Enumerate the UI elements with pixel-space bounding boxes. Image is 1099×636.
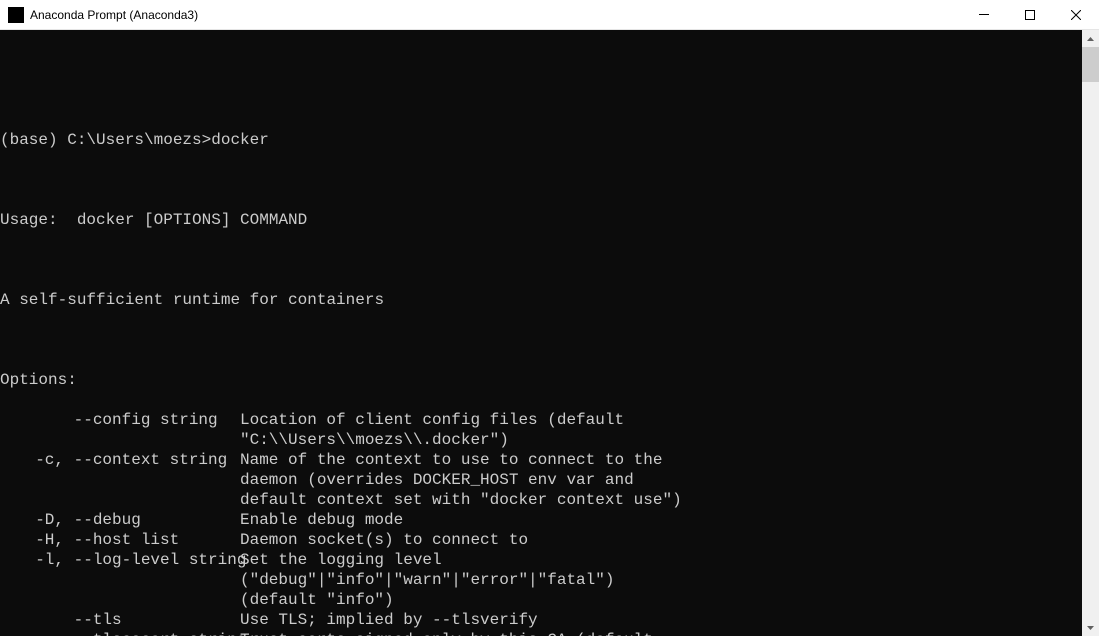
- option-row: ("debug"|"info"|"warn"|"error"|"fatal"): [0, 570, 1082, 590]
- terminal-output[interactable]: (base) C:\Users\moezs>docker Usage: dock…: [0, 30, 1082, 636]
- scroll-up-button[interactable]: [1082, 30, 1099, 47]
- option-row: default context set with "docker context…: [0, 490, 1082, 510]
- option-desc: (default "info"): [0, 590, 394, 610]
- chevron-up-icon: [1087, 37, 1094, 41]
- maximize-button[interactable]: [1007, 0, 1053, 30]
- option-desc: Enable debug mode: [240, 510, 403, 530]
- option-flag: -l, --log-level string: [0, 550, 240, 570]
- option-row: --tlscacert stringTrust certs signed onl…: [0, 630, 1082, 636]
- option-desc: default context set with "docker context…: [0, 490, 682, 510]
- option-desc: "C:\\Users\\moezs\\.docker"): [0, 430, 509, 450]
- scrollbar[interactable]: [1082, 30, 1099, 636]
- scroll-thumb[interactable]: [1082, 47, 1099, 82]
- option-flag: -H, --host list: [0, 530, 240, 550]
- close-button[interactable]: [1053, 0, 1099, 30]
- option-row: -l, --log-level stringSet the logging le…: [0, 550, 1082, 570]
- options-header: Options:: [0, 370, 1082, 390]
- window-title: Anaconda Prompt (Anaconda3): [30, 8, 961, 22]
- title-bar[interactable]: Anaconda Prompt (Anaconda3): [0, 0, 1099, 30]
- terminal-icon: [8, 7, 24, 23]
- option-row: "C:\\Users\\moezs\\.docker"): [0, 430, 1082, 450]
- option-row: -c, --context stringName of the context …: [0, 450, 1082, 470]
- option-desc: Set the logging level: [240, 550, 442, 570]
- option-flag: -c, --context string: [0, 450, 240, 470]
- option-row: (default "info"): [0, 590, 1082, 610]
- option-desc: Trust certs signed only by this CA (defa…: [240, 630, 653, 636]
- option-desc: Location of client config files (default: [240, 410, 624, 430]
- option-flag: --tlscacert string: [0, 630, 240, 636]
- option-flag: -D, --debug: [0, 510, 240, 530]
- desc-line: A self-sufficient runtime for containers: [0, 290, 1082, 310]
- option-desc: daemon (overrides DOCKER_HOST env var an…: [0, 470, 634, 490]
- option-desc: Name of the context to use to connect to…: [240, 450, 662, 470]
- option-desc: Daemon socket(s) to connect to: [240, 530, 528, 550]
- minimize-button[interactable]: [961, 0, 1007, 30]
- options-list: --config stringLocation of client config…: [0, 410, 1082, 636]
- option-row: --config stringLocation of client config…: [0, 410, 1082, 430]
- scroll-down-button[interactable]: [1082, 619, 1099, 636]
- usage-line: Usage: docker [OPTIONS] COMMAND: [0, 210, 1082, 230]
- window-controls: [961, 0, 1099, 30]
- close-icon: [1071, 10, 1081, 20]
- prompt-line: (base) C:\Users\moezs>docker: [0, 130, 1082, 150]
- option-row: -D, --debugEnable debug mode: [0, 510, 1082, 530]
- option-row: --tlsUse TLS; implied by --tlsverify: [0, 610, 1082, 630]
- maximize-icon: [1025, 10, 1035, 20]
- option-desc: ("debug"|"info"|"warn"|"error"|"fatal"): [0, 570, 614, 590]
- chevron-down-icon: [1087, 626, 1094, 630]
- option-row: -H, --host listDaemon socket(s) to conne…: [0, 530, 1082, 550]
- minimize-icon: [979, 14, 989, 15]
- option-flag: --tls: [0, 610, 240, 630]
- option-row: daemon (overrides DOCKER_HOST env var an…: [0, 470, 1082, 490]
- option-flag: --config string: [0, 410, 240, 430]
- option-desc: Use TLS; implied by --tlsverify: [240, 610, 538, 630]
